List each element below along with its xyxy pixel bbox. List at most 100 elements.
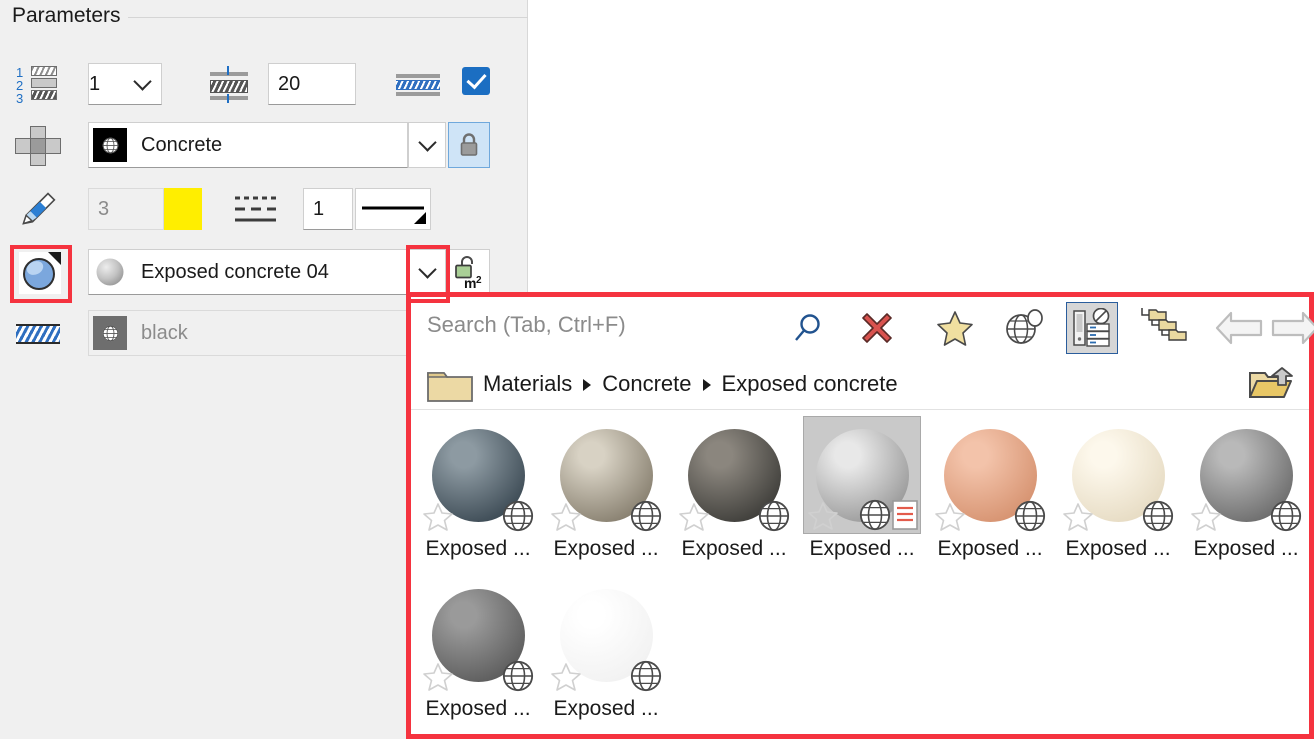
line-weight-button[interactable]: [355, 188, 431, 230]
layer-visibility-checkbox[interactable]: [462, 67, 490, 95]
folder-icon[interactable]: [426, 367, 474, 410]
material-browser-popup: Search (Tab, Ctrl+F): [406, 292, 1314, 739]
material-item-label: Exposed ...: [1059, 537, 1177, 561]
material-grid-item[interactable]: Exposed ...: [803, 416, 921, 576]
material-item-label: Exposed ...: [931, 537, 1049, 561]
line-type-value-field[interactable]: 1: [303, 188, 353, 230]
pen-number-value: 3: [89, 198, 109, 221]
globe-icon: [629, 659, 663, 693]
breadcrumb: Materials Concrete Exposed concrete: [411, 359, 1309, 409]
composite-structure-icon: [14, 123, 62, 169]
lock-closed-icon: [457, 131, 481, 159]
material-grid-item[interactable]: Exposed ...: [419, 416, 537, 576]
database-block-icon[interactable]: [1066, 302, 1118, 354]
delete-red-x-icon[interactable]: [854, 305, 900, 351]
star-outline-icon[interactable]: [423, 662, 453, 692]
star-outline-icon[interactable]: [1191, 502, 1221, 532]
composite-material-field[interactable]: Concrete: [88, 122, 408, 168]
composite-material-dropdown[interactable]: [408, 122, 446, 168]
layer-thickness-icon: [205, 63, 253, 107]
material-thumbnail: [931, 416, 1049, 534]
breadcrumb-item-exposed-concrete[interactable]: Exposed concrete: [722, 371, 898, 397]
folder-tree-icon[interactable]: [1136, 305, 1192, 351]
material-swatch: [93, 128, 127, 162]
globe-icon: [858, 498, 892, 532]
material-grid-item[interactable]: Exposed ...: [931, 416, 1049, 576]
highlight-surface-material-icon: [10, 245, 72, 303]
star-outline-icon[interactable]: [551, 502, 581, 532]
material-grid-item[interactable]: Exposed ...: [675, 416, 793, 576]
chevron-down-icon: [133, 72, 151, 90]
search-icon[interactable]: [785, 305, 831, 351]
breadcrumb-item-concrete[interactable]: Concrete: [602, 371, 691, 397]
layer-row: 1 2 3 1 20: [0, 57, 528, 113]
browser-toolbar: Search (Tab, Ctrl+F): [411, 297, 1309, 359]
chevron-down-icon: [418, 133, 436, 151]
globe-edit-icon[interactable]: [1001, 305, 1047, 351]
material-thumbnail: [675, 416, 793, 534]
material-grid-item[interactable]: Exposed ...: [1059, 416, 1177, 576]
material-item-label: Exposed ...: [803, 537, 921, 561]
globe-icon: [629, 499, 663, 533]
document-lines-icon: [890, 499, 920, 531]
nav-back-arrow-icon[interactable]: [1211, 305, 1267, 351]
material-thumbnail: [803, 416, 921, 534]
material-item-label: Exposed ...: [1187, 537, 1305, 561]
star-outline-icon[interactable]: [1063, 502, 1093, 532]
material-grid: Exposed ...Exposed ...Exposed ...Exposed…: [411, 412, 1309, 734]
layer-stack-icon: 1 2 3: [14, 63, 62, 107]
globe-icon: [1269, 499, 1303, 533]
material-grid-item[interactable]: Exposed ...: [547, 416, 665, 576]
search-input[interactable]: Search (Tab, Ctrl+F): [427, 312, 626, 338]
layer-count-value: 1: [89, 73, 100, 96]
star-outline-icon[interactable]: [423, 502, 453, 532]
material-item-label: Exposed ...: [419, 537, 537, 561]
material-item-label: Exposed ...: [419, 697, 537, 721]
thickness-value: 20: [269, 73, 300, 96]
material-thumbnail: [547, 416, 665, 534]
fill-material-name: black: [127, 322, 188, 345]
star-outline-icon[interactable]: [679, 502, 709, 532]
surface-material-field[interactable]: Exposed concrete 04: [88, 249, 408, 295]
composite-material-row: Concrete: [0, 119, 528, 175]
sphere-thumbnail-icon: [94, 256, 126, 288]
pen-number-field[interactable]: 3: [88, 188, 164, 230]
pen-row: 3 1: [0, 183, 528, 239]
material-item-label: Exposed ...: [547, 537, 665, 561]
pen-color-swatch[interactable]: [164, 188, 202, 230]
material-grid-item[interactable]: Exposed ...: [1187, 416, 1305, 576]
star-outline-icon[interactable]: [551, 662, 581, 692]
folder-up-icon[interactable]: [1247, 365, 1297, 410]
globe-icon: [1141, 499, 1175, 533]
line-type-value: 1: [304, 198, 324, 221]
material-thumbnail: [1187, 416, 1305, 534]
browser-divider: [411, 409, 1309, 410]
surface-material-swatch: [93, 255, 127, 289]
line-type-icon[interactable]: [232, 191, 280, 229]
layer-count-combo[interactable]: 1: [88, 63, 162, 105]
breadcrumb-separator-icon: [703, 379, 711, 391]
fill-material-swatch: [93, 316, 127, 350]
material-grid-item[interactable]: Exposed ...: [547, 576, 665, 736]
fill-hatch-icon: [14, 318, 62, 350]
title-divider: [128, 17, 528, 18]
layer-hatch-icon[interactable]: [394, 69, 442, 101]
favorite-star-icon[interactable]: [932, 305, 978, 351]
thickness-input[interactable]: 20: [268, 63, 356, 105]
star-outline-icon[interactable]: [935, 502, 965, 532]
surface-area-unit-button[interactable]: m 2: [448, 249, 490, 295]
composite-material-lock-button[interactable]: [448, 122, 490, 168]
material-grid-item[interactable]: Exposed ...: [419, 576, 537, 736]
breadcrumb-item-materials[interactable]: Materials: [483, 371, 572, 397]
line-weight-icon: [358, 190, 428, 228]
svg-text:m: m: [464, 275, 476, 290]
pencil-icon: [14, 186, 62, 232]
breadcrumb-separator-icon: [583, 379, 591, 391]
nav-forward-arrow-icon[interactable]: [1267, 305, 1314, 351]
globe-icon: [101, 136, 120, 155]
fill-material-field[interactable]: black: [88, 310, 408, 356]
globe-icon: [1013, 499, 1047, 533]
globe-icon: [501, 659, 535, 693]
material-thumbnail: [419, 576, 537, 694]
star-outline-icon[interactable]: [808, 501, 838, 531]
